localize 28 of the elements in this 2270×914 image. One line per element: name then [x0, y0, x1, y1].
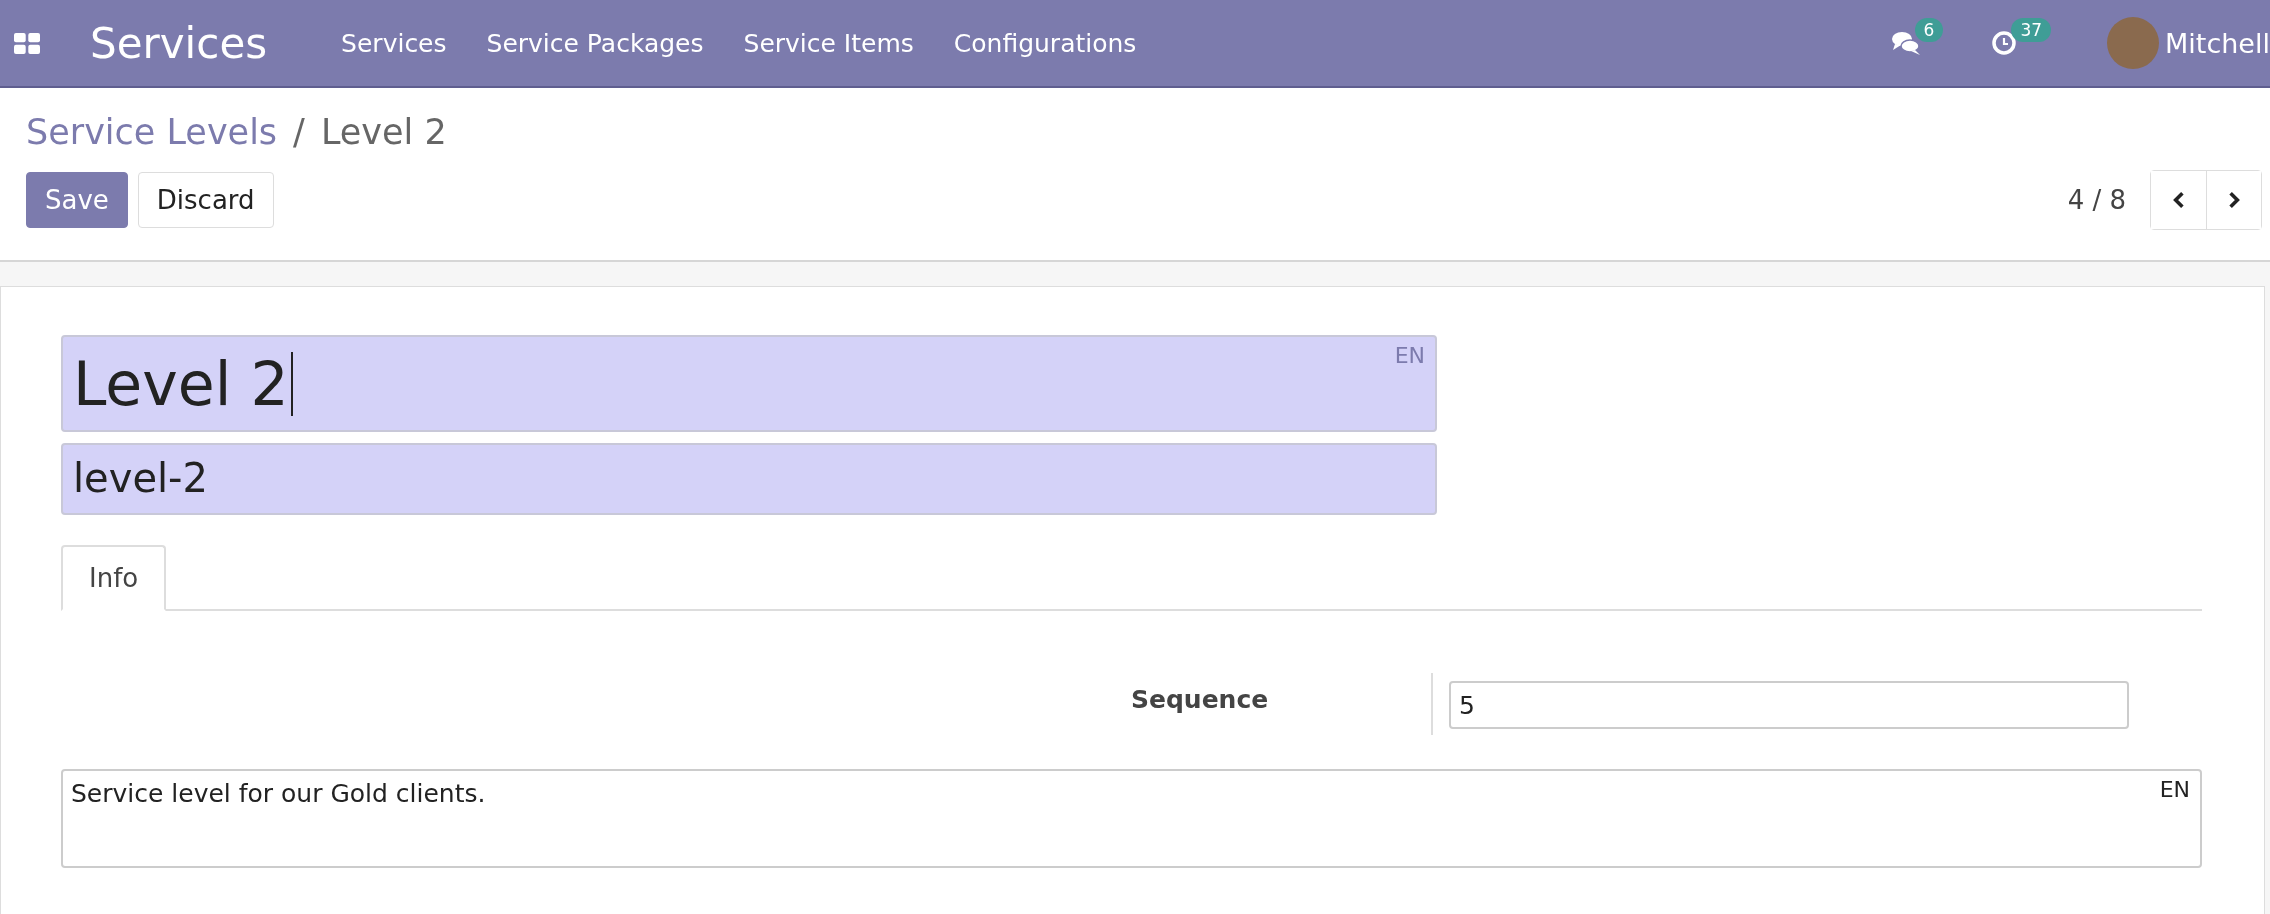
- menu-item[interactable]: Services: [341, 28, 447, 58]
- user-name[interactable]: Mitchell: [2165, 27, 2270, 59]
- next-button[interactable]: [2206, 171, 2261, 229]
- description-text-area[interactable]: Service level for our Gold clients. EN: [61, 769, 2202, 868]
- discard-button[interactable]: Discard: [137, 172, 274, 228]
- apps-grid-icon[interactable]: [14, 32, 40, 54]
- name-input-field[interactable]: Level 2 EN: [61, 335, 1437, 432]
- chat-icon[interactable]: [1890, 30, 1921, 56]
- clock-icon[interactable]: [1991, 30, 2018, 56]
- sequence-input-field[interactable]: 5: [1449, 681, 2129, 729]
- menu-item[interactable]: Service Packages: [486, 28, 704, 58]
- language-button[interactable]: EN: [1394, 343, 1425, 368]
- slug-input-field[interactable]: level-2: [61, 443, 1437, 515]
- activities-count-badge: 37: [2011, 18, 2052, 42]
- app-title[interactable]: Services: [90, 18, 268, 68]
- language-button[interactable]: EN: [2159, 777, 2190, 802]
- messages-count-badge: 6: [1914, 18, 1944, 42]
- save-button[interactable]: Save: [26, 172, 128, 228]
- breadcrumb-separator: /: [293, 112, 305, 152]
- menu-item[interactable]: Service Items: [743, 28, 914, 58]
- pager-value: 4 / 8: [2067, 185, 2126, 215]
- chevron-right-icon: [2227, 191, 2241, 209]
- chevron-left-icon: [2171, 191, 2186, 209]
- info-tab[interactable]: Info: [61, 545, 167, 611]
- field-label: Sequence: [1131, 685, 1270, 714]
- menu-item[interactable]: Configurations: [953, 28, 1137, 58]
- breadcrumb-current: Level 2: [320, 112, 447, 152]
- breadcrumb-link[interactable]: Service Levels: [26, 112, 278, 152]
